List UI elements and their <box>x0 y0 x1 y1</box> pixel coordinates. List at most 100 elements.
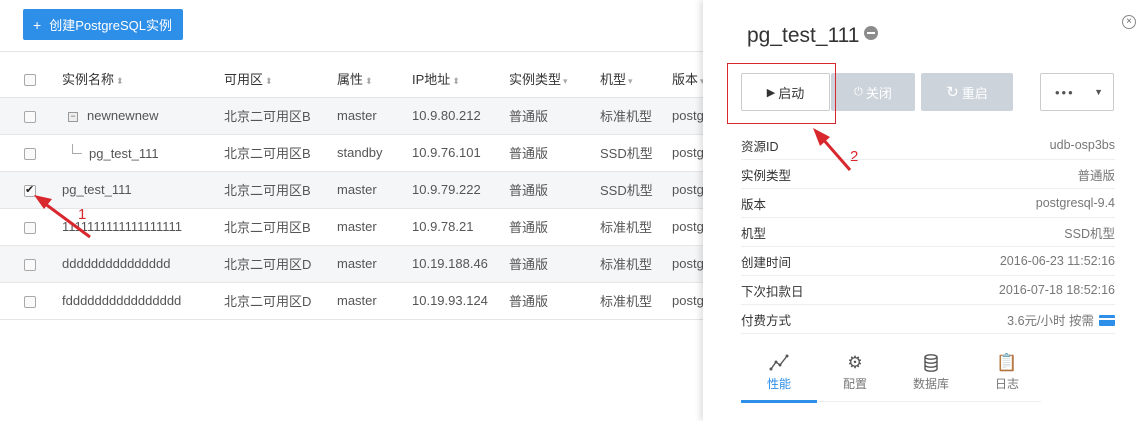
info-value: 2016-07-18 18:52:16 <box>998 283 1115 297</box>
info-row: 机型 SSD机型 <box>741 218 1115 247</box>
table-row[interactable]: fdddddddddddddddd 北京二可用区D master 10.19.93.1… <box>0 282 703 320</box>
tab-performance[interactable]: 性能 <box>741 350 817 403</box>
cell-role: master <box>337 282 412 320</box>
cell-type: 普通版 <box>509 134 600 172</box>
cell-role: standby <box>337 134 412 172</box>
stop-label: 关闭 <box>865 85 892 101</box>
info-value: 2016-06-23 11:52:16 <box>999 254 1115 268</box>
table-row[interactable]: pg_test_111 北京二可用区B standby 10.9.76.101 普通版 S… <box>0 134 703 172</box>
info-value: SSD机型 <box>1064 226 1115 241</box>
info-label: 付费方式 <box>741 313 792 328</box>
cell-type: 普通版 <box>509 171 600 209</box>
tab-database[interactable]: 数据库 <box>893 350 969 402</box>
power-icon: ⏻ <box>854 85 863 98</box>
cell-type: 普通版 <box>509 282 600 320</box>
cell-zone: 北京二可用区B <box>224 97 337 135</box>
create-instance-button[interactable]: + 创建PostgreSQL实例 <box>23 9 183 40</box>
credit-card-icon[interactable] <box>1099 314 1115 326</box>
toolbar-divider <box>0 51 703 52</box>
close-icon[interactable]: × <box>1122 15 1136 29</box>
cell-role: master <box>337 245 412 283</box>
info-row: 下次扣款日 2016-07-18 18:52:16 <box>741 276 1115 305</box>
cell-zone: 北京二可用区B <box>224 134 337 172</box>
cell-version: postg <box>672 282 703 320</box>
info-label: 下次扣款日 <box>741 284 804 299</box>
instance-name[interactable]: newnewnew <box>87 108 159 123</box>
table-row[interactable]: − newnewnew 北京二可用区B master 10.9.80.212 普通版 标准机… <box>0 97 703 135</box>
collapse-icon[interactable]: − <box>68 111 78 122</box>
tab-logs[interactable]: 📋 日志 <box>969 350 1045 402</box>
table-row[interactable]: pg_test_111 北京二可用区Bmaster10.9.79.222普通版SS… <box>0 171 703 209</box>
cell-version: postg <box>672 208 703 246</box>
cell-model: 标准机型 <box>600 97 672 135</box>
row-checkbox[interactable] <box>24 183 36 197</box>
restart-button[interactable]: ↻ 重启 <box>921 73 1013 111</box>
instance-table: 实例名称 ⬍ 可用区 ⬍ 属性 ⬍ IP地址 ⬍ 实例类型 ▾ 机型 ▾ 版本 ▾ − newn… <box>0 61 703 320</box>
table-row[interactable]: ddddddddddddddd 北京二可用区D master 10.19.188.46… <box>0 245 703 283</box>
cell-type: 普通版 <box>509 208 600 246</box>
column-header-name[interactable]: 实例名称 ⬍ <box>62 61 224 98</box>
more-actions-dropdown[interactable]: ••• ▼ <box>1040 73 1114 111</box>
cell-zone: 北京二可用区D <box>224 282 337 320</box>
row-checkbox[interactable] <box>24 258 36 271</box>
info-label: 实例类型 <box>741 168 792 183</box>
plus-icon: + <box>33 16 42 33</box>
cell-version: postg <box>672 245 703 283</box>
info-label: 版本 <box>741 197 767 212</box>
cell-ip: 10.9.79.222 <box>412 171 509 209</box>
instance-list-panel: + 创建PostgreSQL实例 实例名称 ⬍ 可用区 ⬍ 属性 ⬍ IP地址 ⬍ 实例… <box>0 0 703 421</box>
info-value: udb-osp3bs <box>1049 138 1115 152</box>
column-header-version[interactable]: 版本 ▾ <box>672 61 703 98</box>
instance-name[interactable]: pg_test_111 <box>62 182 132 197</box>
cell-role: master <box>337 97 412 135</box>
cell-zone: 北京二可用区B <box>224 171 337 209</box>
table-header-row: 实例名称 ⬍ 可用区 ⬍ 属性 ⬍ IP地址 ⬍ 实例类型 ▾ 机型 ▾ 版本 ▾ <box>0 61 703 98</box>
cell-model: 标准机型 <box>600 208 672 246</box>
info-row: 实例类型 普通版 <box>741 160 1115 189</box>
column-header-zone[interactable]: 可用区 ⬍ <box>224 61 337 98</box>
info-row: 付费方式 3.6元/小时 按需 <box>741 305 1115 334</box>
cell-zone: 北京二可用区D <box>224 245 337 283</box>
column-header-ip[interactable]: IP地址 ⬍ <box>412 61 509 98</box>
tab-config-label: 配置 <box>842 377 867 391</box>
select-all-checkbox[interactable] <box>24 73 36 86</box>
row-checkbox[interactable] <box>24 110 36 123</box>
instance-name[interactable]: ddddddddddddddd <box>62 256 170 271</box>
refresh-icon: ↻ <box>946 84 959 101</box>
cell-ip: 10.19.188.46 <box>412 245 509 283</box>
row-checkbox[interactable] <box>24 221 36 234</box>
create-instance-label: 创建PostgreSQL实例 <box>49 18 173 33</box>
annotation-number-1: 1 <box>78 206 87 223</box>
row-checkbox[interactable] <box>24 147 36 160</box>
table-row[interactable]: 1111111111111111111 北京二可用区B master 10.9.78.… <box>0 208 703 246</box>
cell-ip: 10.9.76.101 <box>412 134 509 172</box>
info-label: 资源ID <box>741 139 779 154</box>
tree-branch-icon <box>72 144 82 154</box>
cell-ip: 10.19.93.124 <box>412 282 509 320</box>
instance-name[interactable]: fdddddddddddddddd <box>62 293 181 308</box>
column-header-role[interactable]: 属性 ⬍ <box>337 61 412 98</box>
clipboard-icon: 📋 <box>996 353 1018 372</box>
info-value: 3.6元/小时 按需 <box>1007 310 1115 329</box>
cell-role: master <box>337 171 412 209</box>
info-value: 普通版 <box>1077 168 1115 183</box>
cell-type: 普通版 <box>509 97 600 135</box>
tab-config[interactable]: ⚙ 配置 <box>817 350 893 402</box>
column-header-model[interactable]: 机型 ▾ <box>600 61 672 98</box>
cell-model: 标准机型 <box>600 282 672 320</box>
column-header-type[interactable]: 实例类型 ▾ <box>509 61 600 98</box>
cell-version: postg <box>672 97 703 135</box>
database-icon <box>924 354 938 372</box>
cell-version: postg <box>672 134 703 172</box>
info-row: 创建时间 2016-06-23 11:52:16 <box>741 247 1115 276</box>
cell-model: SSD机型 <box>600 171 672 209</box>
tab-database-label: 数据库 <box>912 377 949 391</box>
instance-title: pg_test_111 <box>747 24 860 47</box>
info-row: 资源ID udb-osp3bs <box>741 131 1115 160</box>
row-checkbox[interactable] <box>24 295 36 308</box>
cell-version: postg <box>672 171 703 209</box>
tab-performance-label: 性能 <box>766 377 791 391</box>
stop-button[interactable]: ⏻ 关闭 <box>831 73 915 111</box>
instance-name[interactable]: pg_test_111 <box>89 146 159 161</box>
cell-model: SSD机型 <box>600 134 672 172</box>
